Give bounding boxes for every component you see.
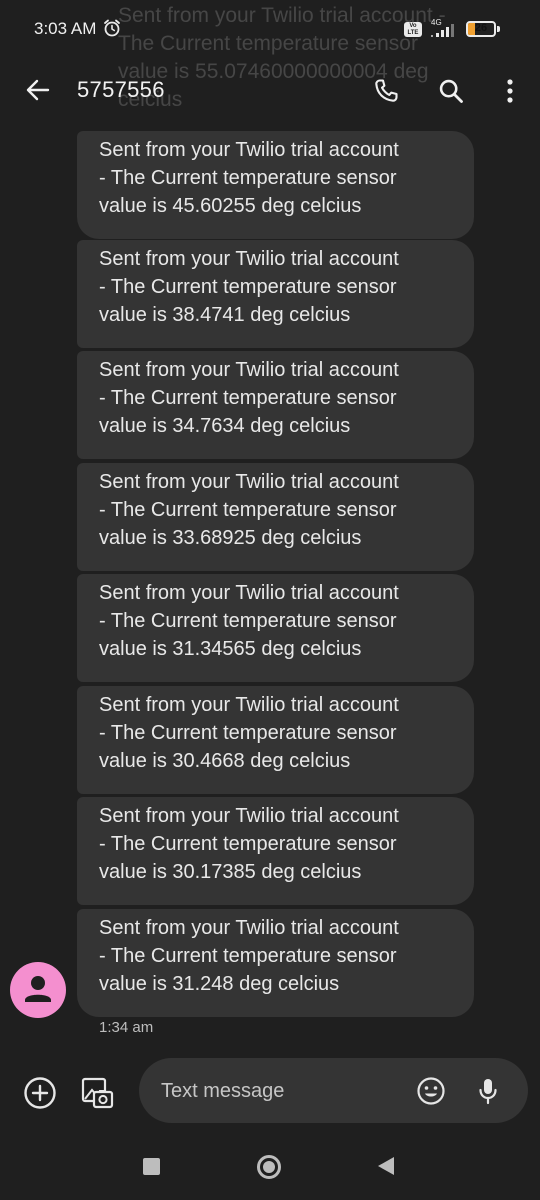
add-circle-icon bbox=[24, 1077, 56, 1109]
message-line: Sent from your Twilio trial account bbox=[99, 917, 399, 939]
message-line: Sent from your Twilio trial account bbox=[99, 139, 399, 161]
status-time: 3:03 AM bbox=[34, 19, 97, 38]
gallery-button[interactable] bbox=[76, 1072, 118, 1114]
message-line: Sent from your Twilio trial account bbox=[99, 805, 399, 827]
message-line: - The Current temperature sensor bbox=[99, 722, 397, 744]
battery-tip bbox=[497, 26, 500, 32]
nav-back-button[interactable] bbox=[378, 1157, 394, 1175]
message-line: value is 31.34565 deg celcius bbox=[99, 638, 362, 660]
message-line: value is 31.248 deg celcius bbox=[99, 973, 340, 995]
person-icon bbox=[25, 976, 51, 1002]
message-bubble[interactable]: Sent from your Twilio trial account - Th… bbox=[77, 686, 474, 794]
more-options-button[interactable] bbox=[490, 71, 530, 111]
message-input[interactable] bbox=[159, 1058, 403, 1125]
message-line: Sent from your Twilio trial account bbox=[99, 471, 399, 493]
message-line: - The Current temperature sensor bbox=[99, 945, 397, 967]
mic-icon bbox=[479, 1079, 497, 1105]
message-line: value is 30.4668 deg celcius bbox=[99, 750, 351, 772]
message-field[interactable] bbox=[139, 1058, 528, 1125]
message-line: - The Current temperature sensor bbox=[99, 833, 397, 855]
battery-percent: 26 bbox=[474, 22, 488, 34]
alarm-icon bbox=[104, 19, 120, 37]
back-button[interactable] bbox=[20, 72, 56, 108]
battery-icon: 26 bbox=[466, 21, 496, 37]
messaging-screen: Sent from your Twilio trial account - Th… bbox=[0, 0, 540, 1200]
message-line: value is 45.60255 deg celcius bbox=[99, 195, 362, 217]
contact-title[interactable]: 5757556 bbox=[77, 77, 165, 103]
message-line: Sent from your Twilio trial account bbox=[99, 248, 399, 270]
back-arrow-icon bbox=[26, 79, 50, 101]
message-line: Sent from your Twilio trial account bbox=[99, 582, 399, 604]
signal-icon bbox=[431, 24, 454, 37]
voice-input-button[interactable] bbox=[469, 1072, 507, 1110]
message-bubble[interactable]: Sent from your Twilio trial account - Th… bbox=[77, 131, 474, 239]
search-button[interactable] bbox=[431, 71, 471, 111]
message-line: - The Current temperature sensor bbox=[99, 610, 397, 632]
add-attachment-button[interactable] bbox=[20, 1073, 60, 1113]
system-navigation-bar bbox=[0, 1135, 540, 1200]
message-line: - The Current temperature sensor bbox=[99, 387, 397, 409]
message-list[interactable]: Sent from your Twilio trial account - Th… bbox=[0, 0, 540, 1050]
message-line: - The Current temperature sensor bbox=[99, 499, 397, 521]
gallery-icon bbox=[81, 1077, 114, 1109]
message-line: value is 33.68925 deg celcius bbox=[99, 527, 362, 549]
message-bubble[interactable]: Sent from your Twilio trial account - Th… bbox=[77, 574, 474, 682]
message-bubble[interactable]: Sent from your Twilio trial account - Th… bbox=[77, 240, 474, 348]
message-line: - The Current temperature sensor bbox=[99, 276, 397, 298]
message-line: Sent from your Twilio trial account bbox=[99, 694, 399, 716]
contact-avatar[interactable] bbox=[10, 962, 66, 1018]
message-line: - The Current temperature sensor bbox=[99, 167, 397, 189]
message-line: value is 38.4741 deg celcius bbox=[99, 304, 351, 326]
call-button[interactable] bbox=[366, 71, 406, 111]
message-bubble[interactable]: Sent from your Twilio trial account - Th… bbox=[77, 909, 474, 1017]
message-bubble[interactable]: Sent from your Twilio trial account - Th… bbox=[77, 463, 474, 571]
status-bar: 3:03 AM Vo LTE 4G 26 bbox=[0, 0, 540, 60]
emoji-button[interactable] bbox=[412, 1072, 450, 1110]
app-bar: 5757556 bbox=[0, 60, 540, 122]
message-line: value is 30.17385 deg celcius bbox=[99, 861, 362, 883]
message-bubble[interactable]: Sent from your Twilio trial account - Th… bbox=[77, 797, 474, 905]
recents-button[interactable] bbox=[143, 1158, 160, 1175]
message-line: value is 34.7634 deg celcius bbox=[99, 415, 351, 437]
composer bbox=[0, 1050, 540, 1135]
search-icon bbox=[439, 79, 463, 103]
message-bubble[interactable]: Sent from your Twilio trial account - Th… bbox=[77, 351, 474, 459]
message-timestamp: 1:34 am bbox=[99, 1019, 154, 1036]
emoji-icon bbox=[417, 1077, 445, 1105]
home-button[interactable] bbox=[257, 1155, 281, 1179]
phone-icon bbox=[375, 79, 398, 102]
message-line: Sent from your Twilio trial account bbox=[99, 359, 399, 381]
home-icon bbox=[263, 1161, 275, 1173]
volte-icon: Vo LTE bbox=[404, 22, 422, 37]
more-vert-icon bbox=[507, 79, 513, 103]
